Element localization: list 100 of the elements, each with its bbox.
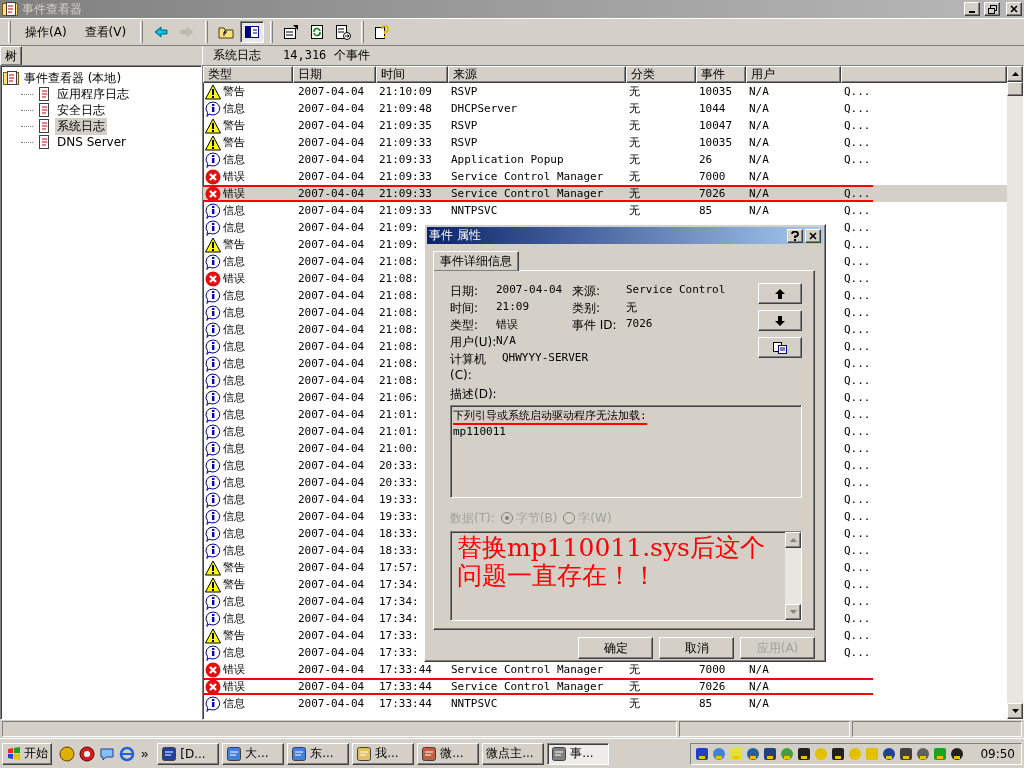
table-cell-text: 17:34: xyxy=(378,612,419,625)
table-cell-text: 17:34: xyxy=(378,595,419,608)
table-cell-text: Q... xyxy=(843,442,871,455)
table-cell-text: 21:09:33 xyxy=(378,136,432,149)
table-cell-text: 21:08: xyxy=(378,340,419,353)
table-cell-text: 7026 xyxy=(698,187,726,200)
table-cell-text: NNTPSVC xyxy=(450,697,498,710)
table-cell-text: 2007-04-04 xyxy=(297,544,365,557)
dialog-title: 事件 属性 xyxy=(429,227,482,244)
table-cell-text: 7000 xyxy=(698,663,726,676)
table-cell-text: NNTPSVC xyxy=(450,204,498,217)
table-cell-text: 2007-04-04 xyxy=(297,578,365,591)
table-cell-text: Q... xyxy=(843,544,871,557)
table-cell: 信息 xyxy=(222,441,245,456)
table-cell: 信息 xyxy=(222,407,245,422)
table-cell-text: 2007-04-04 xyxy=(297,119,365,132)
table-cell-text: Q... xyxy=(843,187,871,200)
field-value: 2007-04-04 xyxy=(496,283,564,296)
table-cell: 信息 xyxy=(222,220,245,235)
table-cell-text: 2007-04-04 xyxy=(297,697,365,710)
table-cell-text: N/A xyxy=(748,102,769,115)
table-cell-text: 2007-04-04 xyxy=(297,408,365,421)
table-cell-text: 20:33: xyxy=(378,459,419,472)
table-cell-text: 2007-04-04 xyxy=(297,561,365,574)
table-cell-text: N/A xyxy=(748,85,769,98)
table-cell-text: 21:08: xyxy=(378,357,419,370)
table-cell-text: Q... xyxy=(843,374,871,387)
table-cell-text: 2007-04-04 xyxy=(297,459,365,472)
table-cell-text: 21:09:33 xyxy=(378,153,432,166)
table-cell-text: RSVP xyxy=(450,85,478,98)
field-label: 类型: xyxy=(450,317,480,334)
table-cell-text: 17:33:44 xyxy=(378,680,432,693)
table-cell-text: 2007-04-04 xyxy=(297,323,365,336)
table-cell-text: 21:00: xyxy=(378,442,419,455)
table-cell-text: N/A xyxy=(748,187,769,200)
log-title: 系统日志 xyxy=(213,47,261,64)
table-cell-text: Service Control Manager xyxy=(450,170,604,183)
table-cell-text: DHCPServer xyxy=(450,102,518,115)
table-cell-text: Q... xyxy=(843,102,871,115)
table-cell-text: Q... xyxy=(843,391,871,404)
table-cell-text: 2007-04-04 xyxy=(297,391,365,404)
table-cell-text: Q... xyxy=(843,408,871,421)
table-cell-text: 18:33: xyxy=(378,544,419,557)
table-cell-text: 2007-04-04 xyxy=(297,136,365,149)
table-cell-text: 21:10:09 xyxy=(378,85,432,98)
table-cell: 信息 xyxy=(222,288,245,303)
table-cell-text: 17:33: xyxy=(378,629,419,642)
table-cell: 信息 xyxy=(222,203,245,218)
table-cell-text: 21:09:33 xyxy=(378,187,432,200)
table-cell-text: Q... xyxy=(843,510,871,523)
table-cell-text: 2007-04-04 xyxy=(297,425,365,438)
table-cell-text: 21:08: xyxy=(378,306,419,319)
table-cell-text: 21:09:33 xyxy=(378,170,432,183)
table-cell-text: Q... xyxy=(843,204,871,217)
table-cell: 警告 xyxy=(222,84,245,99)
table-cell-text: Q... xyxy=(843,459,871,472)
table-cell: 信息 xyxy=(222,645,245,660)
table-cell-text: 2007-04-04 xyxy=(297,612,365,625)
table-cell-text: Q... xyxy=(843,629,871,642)
table-cell: 信息 xyxy=(222,509,245,524)
field-label: 来源: xyxy=(572,283,602,300)
table-cell: 警告 xyxy=(222,560,245,575)
table-cell-text: 无 xyxy=(628,84,640,99)
table-cell-text: 2007-04-04 xyxy=(297,527,365,540)
table-cell-text: Q... xyxy=(843,476,871,489)
table-cell-text: Q... xyxy=(843,595,871,608)
table-cell: 信息 xyxy=(222,254,245,269)
table-cell-text: 2007-04-04 xyxy=(297,289,365,302)
table-cell-text: 21:09: xyxy=(378,221,419,234)
table-cell-text: 无 xyxy=(628,152,640,167)
table-cell-text: 2007-04-04 xyxy=(297,646,365,659)
field-value: QHWYYY-SERVER xyxy=(501,351,590,364)
table-cell-text: 21:09: xyxy=(378,238,419,251)
clock: 09:50 xyxy=(980,746,1015,761)
table-cell-text: 21:08: xyxy=(378,374,419,387)
table-cell-text: 2007-04-04 xyxy=(297,306,365,319)
field-label: 日期: xyxy=(450,283,480,300)
field-value: N/A xyxy=(496,334,517,347)
table-cell: 信息 xyxy=(222,526,245,541)
table-cell-text: 2007-04-04 xyxy=(297,340,365,353)
table-cell-text: 85 xyxy=(698,204,713,217)
table-cell-text: 21:08: xyxy=(378,272,419,285)
annotation-text: 替换mp110011.sys后这个问题一直存在！！ xyxy=(456,531,766,592)
table-cell-text: 2007-04-04 xyxy=(297,204,365,217)
field-value: 21:09 xyxy=(496,300,531,313)
table-cell-text: 2007-04-04 xyxy=(297,153,365,166)
table-cell-text: Q... xyxy=(843,119,871,132)
table-cell-text: 无 xyxy=(628,186,640,201)
field-label: 时间: xyxy=(450,300,480,317)
table-cell-text: N/A xyxy=(748,153,769,166)
table-cell: 信息 xyxy=(222,339,245,354)
table-cell: 信息 xyxy=(222,543,245,558)
table-cell-text: Q... xyxy=(843,153,871,166)
table-cell-text: RSVP xyxy=(450,119,478,132)
table-cell-text: 2007-04-04 xyxy=(297,663,365,676)
table-cell-text: 21:01: xyxy=(378,408,419,421)
table-cell: 错误 xyxy=(222,271,245,286)
table-cell-text: 2007-04-04 xyxy=(297,255,365,268)
table-cell-text: Application Popup xyxy=(450,153,564,166)
table-cell-text: Q... xyxy=(843,289,871,302)
